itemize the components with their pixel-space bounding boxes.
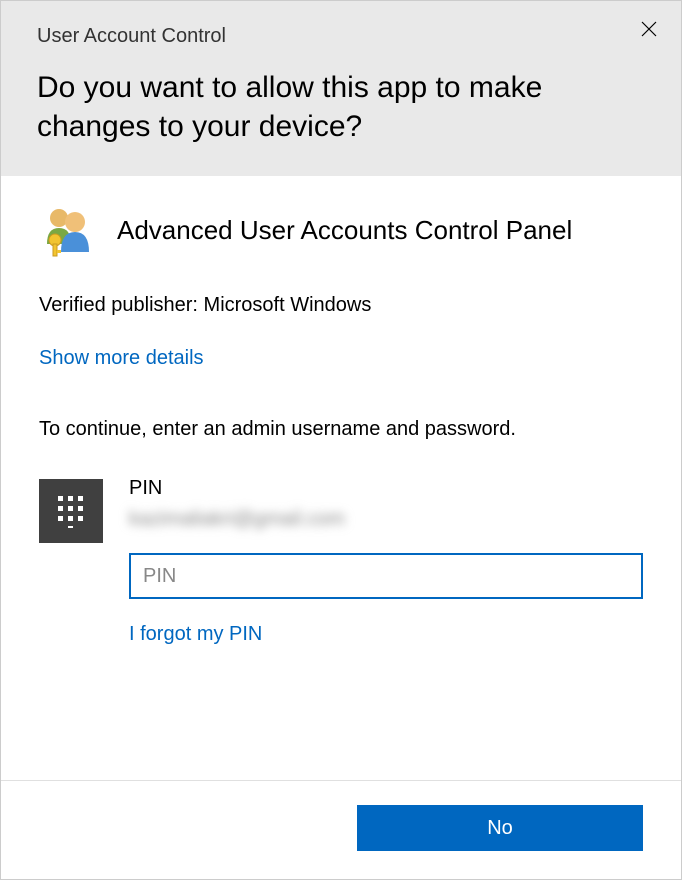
app-icon [39, 202, 95, 258]
dialog-footer: No [1, 780, 681, 879]
show-more-details-link[interactable]: Show more details [39, 347, 204, 370]
continue-instruction: To continue, enter an admin username and… [39, 418, 643, 441]
pin-label: PIN [129, 477, 643, 500]
no-button[interactable]: No [357, 805, 643, 851]
app-row: Advanced User Accounts Control Panel [39, 202, 643, 258]
pin-pad-icon [39, 479, 103, 543]
uac-dialog: User Account Control Do you want to allo… [0, 0, 682, 880]
close-button[interactable] [633, 13, 665, 45]
dialog-content: Advanced User Accounts Control Panel Ver… [1, 176, 681, 780]
dialog-header: User Account Control Do you want to allo… [1, 1, 681, 176]
close-icon [641, 21, 657, 37]
account-name-obscured: kazimaliakri@gmail.com [129, 508, 643, 531]
uac-title: User Account Control [37, 25, 645, 48]
uac-question: Do you want to allow this app to make ch… [37, 68, 645, 146]
pin-input[interactable] [129, 553, 643, 599]
verified-publisher: Verified publisher: Microsoft Windows [39, 294, 643, 317]
credential-fields: PIN kazimaliakri@gmail.com I forgot my P… [129, 477, 643, 646]
forgot-pin-link[interactable]: I forgot my PIN [129, 623, 262, 646]
app-name: Advanced User Accounts Control Panel [117, 215, 572, 246]
credential-row: PIN kazimaliakri@gmail.com I forgot my P… [39, 477, 643, 646]
